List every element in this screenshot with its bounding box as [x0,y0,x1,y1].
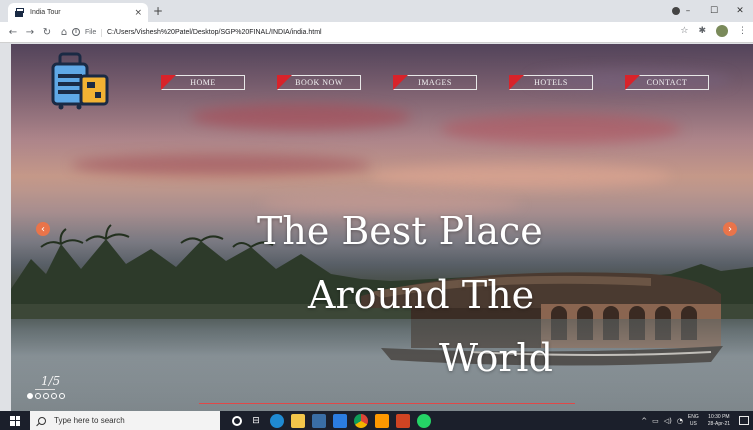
sublime-icon[interactable] [375,413,389,428]
main-nav: HOME BOOK NOW IMAGES HOTELS CONTACT [161,75,741,90]
taskbar-search[interactable]: Type here to search [30,411,220,430]
file-label: File [85,28,97,36]
powerpoint-icon[interactable] [396,413,410,428]
url-text[interactable]: C:/Users/Vishesh%20Patel/Desktop/SGP%20F… [107,29,322,36]
close-window-button[interactable]: ✕ [727,6,753,16]
window-controls: – ☐ ✕ [675,0,753,22]
taskbar-apps: ⊟ [232,413,431,428]
volume-icon[interactable]: ◁) [664,417,672,425]
nav-label: CONTACT [646,78,688,87]
address-bar[interactable]: i File | C:/Users/Vishesh%20Patel/Deskto… [72,24,672,40]
windows-taskbar: Type here to search ⊟ ^ ▭ ◁) ◔ ENG US 10… [0,411,753,430]
nav-images[interactable]: IMAGES [393,75,477,90]
new-tab-button[interactable]: + [153,3,163,19]
slider-dot[interactable] [51,393,57,399]
minimize-button[interactable]: – [675,6,701,16]
browser-tab[interactable]: India Tour × [8,3,148,22]
edge-icon[interactable] [270,413,284,428]
cloud-decoration [71,154,371,176]
task-view-icon[interactable]: ⊟ [249,414,263,428]
page-viewport: HOME BOOK NOW IMAGES HOTELS CONTACT The … [11,44,753,411]
extensions-puzzle-icon[interactable]: ✱ [698,26,706,36]
browser-toolbar: ← → ↻ ⌂ i File | C:/Users/Vishesh%20Pate… [0,22,753,43]
slider-dot[interactable] [27,393,33,399]
slider-dot[interactable] [35,393,41,399]
chrome-icon[interactable] [354,413,368,428]
url-separator: | [100,27,103,37]
slider-prev-button[interactable]: ‹ [36,222,50,236]
search-icon [38,416,46,425]
reload-icon[interactable]: ↻ [40,27,54,38]
chevron-up-icon[interactable]: ^ [641,417,647,425]
nav-book-now[interactable]: BOOK NOW [277,75,361,90]
home-icon[interactable]: ⌂ [57,27,71,38]
search-placeholder: Type here to search [54,416,125,425]
site-info-icon[interactable]: i [72,28,80,36]
cortana-icon[interactable] [232,415,242,426]
mail-icon[interactable] [333,413,347,428]
profile-avatar[interactable] [716,25,728,37]
counter-divider [35,389,55,390]
file-explorer-icon[interactable] [291,413,305,428]
nav-hotels[interactable]: HOTELS [509,75,593,90]
back-arrow-icon[interactable]: ← [6,27,20,38]
menu-dots-icon[interactable]: ⋮ [738,26,747,36]
store-icon[interactable] [312,413,326,428]
clock-time: 10:30 PM [708,413,730,420]
browser-tabstrip: India Tour × + – ☐ ✕ [0,0,753,22]
lang-top: ENG [687,413,699,420]
language-indicator[interactable]: ENG US [688,414,699,428]
windows-logo-icon [10,415,20,426]
cloud-decoration [371,164,671,188]
slide-counter: 1/5 [41,374,61,388]
suitcase-favicon-icon [14,7,24,18]
nav-label: HOME [190,78,216,87]
slider-next-button[interactable]: › [723,222,737,236]
suitcase-logo-icon[interactable] [51,52,111,110]
nav-contact[interactable]: CONTACT [625,75,709,90]
notification-icon[interactable] [739,416,749,425]
whatsapp-icon[interactable] [417,413,431,428]
chevron-left-icon: ‹ [41,223,45,235]
taskbar-clock[interactable]: 10:30 PM 28-Apr-21 [708,414,730,428]
chevron-right-icon: › [728,223,732,235]
start-button[interactable] [0,411,30,430]
cloud-decoration [441,114,681,144]
nav-label: BOOK NOW [295,78,343,87]
slider-dots [27,393,65,399]
tab-close-icon[interactable]: × [134,8,142,18]
tab-title: India Tour [30,9,61,16]
cloud-decoration [191,104,411,130]
toolbar-actions: ☆ ✱ ⋮ [680,25,747,37]
slider-dot[interactable] [43,393,49,399]
nav-home[interactable]: HOME [161,75,245,90]
wifi-icon[interactable]: ◔ [677,417,683,425]
maximize-button[interactable]: ☐ [701,6,727,16]
system-tray: ^ ▭ ◁) ◔ ENG US 10:30 PM 28-Apr-21 [641,411,753,430]
battery-icon[interactable]: ▭ [652,417,659,425]
nav-label: IMAGES [418,78,452,87]
nav-label: HOTELS [534,78,568,87]
clock-date: 28-Apr-21 [707,420,730,427]
lang-bottom: US [689,420,697,427]
cloud-decoration [261,194,521,214]
bookmark-star-icon[interactable]: ☆ [680,26,688,36]
water-reflection [11,319,753,411]
forward-arrow-icon[interactable]: → [23,27,37,38]
slider-dot[interactable] [59,393,65,399]
